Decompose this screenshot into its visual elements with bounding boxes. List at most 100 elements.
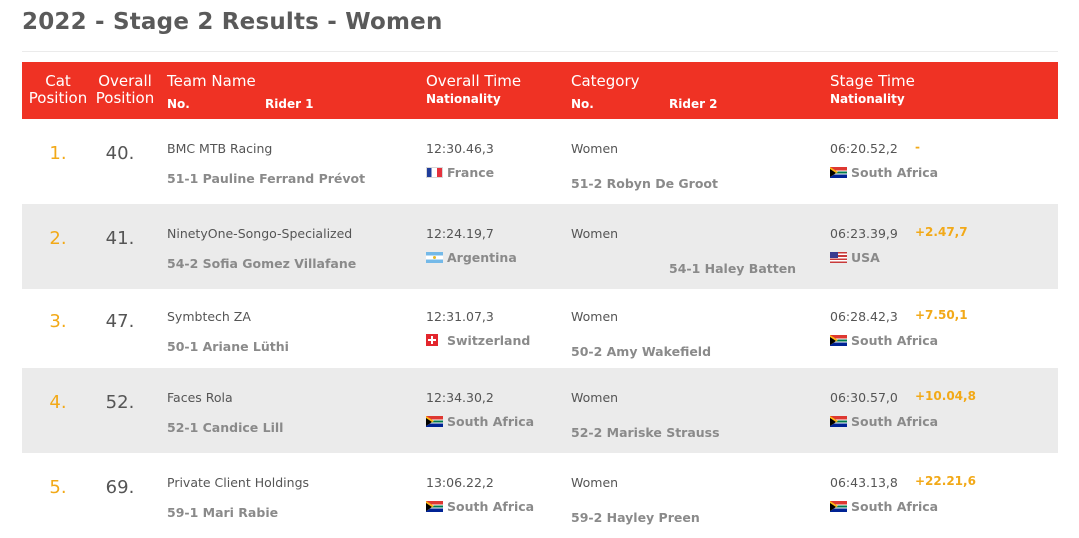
header-stage-time: Stage Time <box>830 72 915 90</box>
nationality-1: South Africa <box>426 414 534 429</box>
header-overall-time: Overall Time <box>426 72 522 90</box>
overall-time: 12:34.30,2 <box>426 390 494 405</box>
flag-south-africa-icon <box>426 501 443 512</box>
rider-2: 50-2 Amy Wakefield <box>571 344 712 359</box>
table-row: 3. 47. Symbtech ZA 50-1 Ariane Lüthi 12:… <box>22 289 1058 368</box>
time-gap: - <box>915 140 920 154</box>
header-nationality-2: Nationality <box>830 92 905 106</box>
nationality-2: South Africa <box>830 499 938 514</box>
nationality-1: Switzerland <box>426 333 530 348</box>
stage-time: 06:30.57,0 <box>830 390 898 405</box>
table-row: 1. 40. BMC MTB Racing 51-1 Pauline Ferra… <box>22 119 1058 204</box>
team-name: Private Client Holdings <box>167 475 310 490</box>
category: Women <box>571 309 619 324</box>
rider-2: 59-2 Hayley Preen <box>571 510 700 525</box>
time-gap: +22.21,6 <box>915 474 976 488</box>
rider-1: 50-1 Ariane Lüthi <box>167 339 289 354</box>
rider-1: 51-1 Pauline Ferrand Prévot <box>167 171 366 186</box>
flag-argentina-icon <box>426 252 443 263</box>
stage-time: 06:20.52,2 <box>830 141 898 156</box>
header-no-1: No. <box>167 97 190 111</box>
nationality-2: South Africa <box>830 165 938 180</box>
team-name: Symbtech ZA <box>167 309 251 324</box>
nationality-1: South Africa <box>426 499 534 514</box>
table-row: 4. 52. Faces Rola 52-1 Candice Lill 12:3… <box>22 368 1058 453</box>
table-row: 5. 69. Private Client Holdings 59-1 Mari… <box>22 453 1058 538</box>
header-team-name: Team Name <box>167 72 256 90</box>
cat-position: 3. <box>49 311 67 332</box>
cat-position: 2. <box>49 228 67 249</box>
header-cat-line1: Cat <box>45 72 71 90</box>
rider-2: 51-2 Robyn De Groot <box>571 176 718 191</box>
header-nationality-1: Nationality <box>426 92 501 106</box>
nationality-2-label: South Africa <box>851 499 939 514</box>
flag-south-africa-icon <box>830 501 847 512</box>
rider-1: 59-1 Mari Rabie <box>167 505 279 520</box>
table-header: Cat Position Overall Position Team Name … <box>22 62 1058 119</box>
category: Women <box>571 390 619 405</box>
rider-2: 54-1 Haley Batten <box>669 261 797 276</box>
overall-time: 12:24.19,7 <box>426 226 494 241</box>
header-overall-position: Overall Position <box>94 73 156 107</box>
team-name: NinetyOne-Songo-Specialized <box>167 226 353 241</box>
overall-position: 40. <box>105 143 135 164</box>
header-cat-position: Cat Position <box>22 73 94 107</box>
overall-time: 12:31.07,3 <box>426 309 494 324</box>
table-row: 2. 41. NinetyOne-Songo-Specialized 54-2 … <box>22 204 1058 289</box>
results-page: 2022 - Stage 2 Results - Women Cat Posit… <box>0 0 1079 534</box>
flag-switzerland-icon <box>426 334 438 346</box>
flag-south-africa-icon <box>830 416 847 427</box>
nationality-2-label: South Africa <box>851 414 939 429</box>
nationality-1: Argentina <box>426 250 517 265</box>
rider-1: 52-1 Candice Lill <box>167 420 284 435</box>
overall-position: 52. <box>105 392 135 413</box>
cat-position: 5. <box>49 477 67 498</box>
header-no-2: No. <box>571 97 594 111</box>
header-overall-line1: Overall <box>98 72 152 90</box>
category: Women <box>571 226 619 241</box>
nationality-2: South Africa <box>830 414 938 429</box>
nationality-2: South Africa <box>830 333 938 348</box>
header-cat-line2: Position <box>28 89 88 107</box>
cat-position: 4. <box>49 392 67 413</box>
rider-2: 52-2 Mariske Strauss <box>571 425 720 440</box>
nationality-2-label: South Africa <box>851 333 939 348</box>
nationality-1-label: South Africa <box>447 414 535 429</box>
nationality-2-label: USA <box>851 250 880 265</box>
time-gap: +10.04,8 <box>915 389 976 403</box>
header-rider-1: Rider 1 <box>265 97 314 111</box>
nationality-1-label: France <box>447 165 495 180</box>
nationality-1: France <box>426 165 494 180</box>
title-divider <box>22 51 1058 52</box>
nationality-1-label: Argentina <box>447 250 517 265</box>
category: Women <box>571 141 619 156</box>
nationality-2: USA <box>830 250 880 265</box>
results-table: Cat Position Overall Position Team Name … <box>22 62 1058 538</box>
stage-time: 06:23.39,9 <box>830 226 898 241</box>
nationality-1-label: Switzerland <box>447 333 531 348</box>
overall-time: 13:06.22,2 <box>426 475 494 490</box>
header-overall-line2: Position <box>95 89 155 107</box>
overall-position: 47. <box>105 311 135 332</box>
page-title: 2022 - Stage 2 Results - Women <box>22 9 443 35</box>
flag-south-africa-icon <box>830 167 847 178</box>
flag-france-icon <box>426 167 443 178</box>
flag-south-africa-icon <box>426 416 443 427</box>
team-name: BMC MTB Racing <box>167 141 273 156</box>
cat-position: 1. <box>49 143 67 164</box>
category: Women <box>571 475 619 490</box>
header-category: Category <box>571 72 640 90</box>
team-name: Faces Rola <box>167 390 233 405</box>
nationality-2-label: South Africa <box>851 165 939 180</box>
flag-usa-icon <box>830 252 847 263</box>
stage-time: 06:43.13,8 <box>830 475 898 490</box>
time-gap: +2.47,7 <box>915 225 968 239</box>
time-gap: +7.50,1 <box>915 308 968 322</box>
overall-position: 69. <box>105 477 135 498</box>
stage-time: 06:28.42,3 <box>830 309 898 324</box>
overall-time: 12:30.46,3 <box>426 141 494 156</box>
nationality-1-label: South Africa <box>447 499 535 514</box>
rider-1: 54-2 Sofia Gomez Villafane <box>167 256 357 271</box>
header-rider-2: Rider 2 <box>669 97 718 111</box>
overall-position: 41. <box>105 228 135 249</box>
